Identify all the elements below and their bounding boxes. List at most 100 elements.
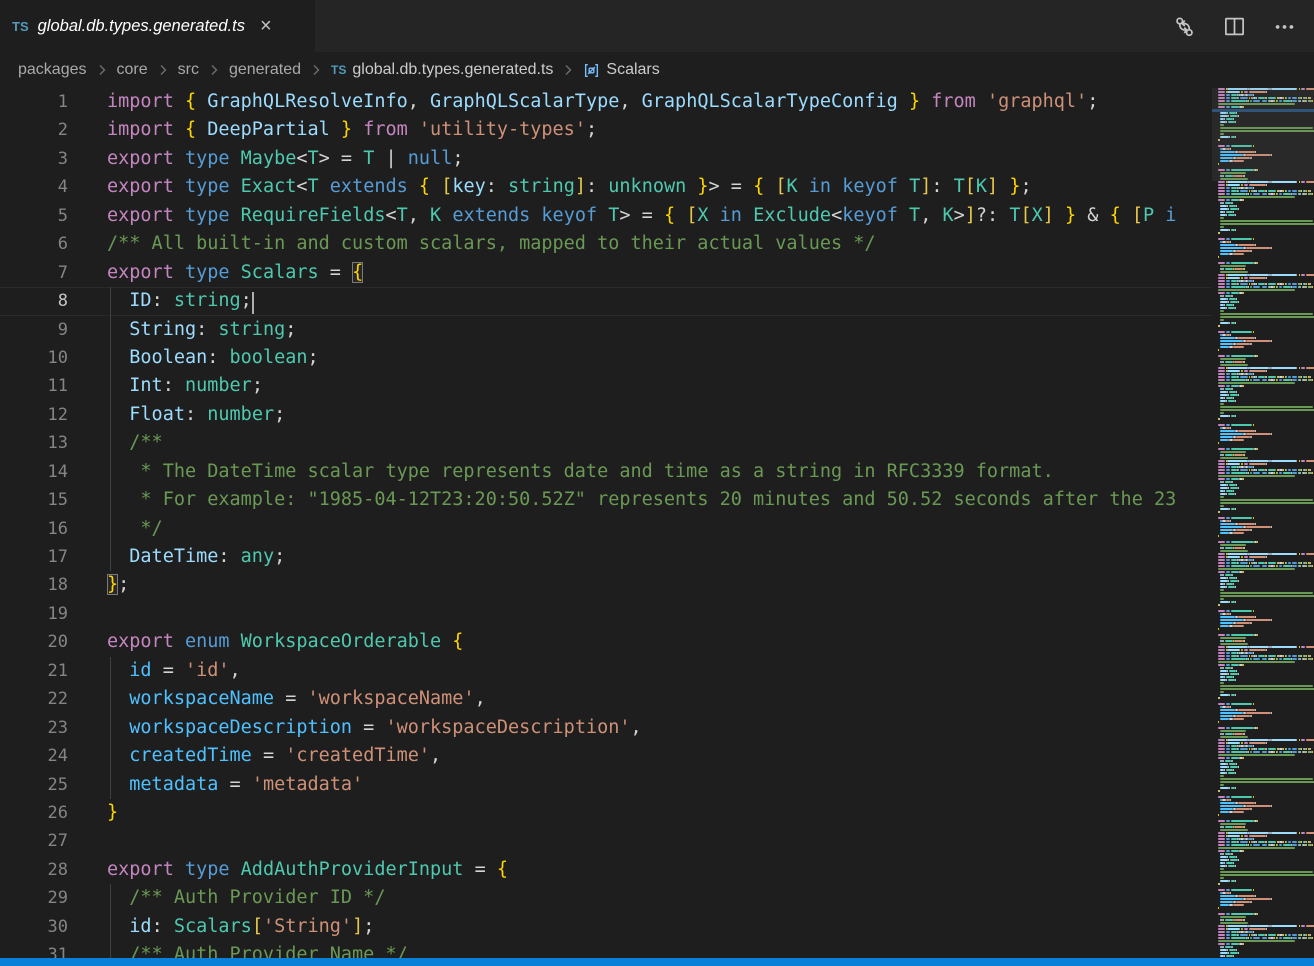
code-text[interactable]: */ xyxy=(107,515,1212,543)
line-number[interactable]: 20 xyxy=(0,628,68,656)
code-line-6[interactable]: 6/** All built-in and custom scalars, ma… xyxy=(0,230,1212,258)
code-text[interactable]: export type AddAuthProviderInput = { xyxy=(107,856,1212,884)
split-editor-icon[interactable] xyxy=(1222,14,1246,38)
code-text[interactable]: /** Auth Provider ID */ xyxy=(107,884,1212,912)
code-line-12[interactable]: 12 Float: number; xyxy=(0,401,1212,429)
line-number[interactable]: 2 xyxy=(0,116,68,144)
code-text[interactable]: id: Scalars['String']; xyxy=(107,913,1212,941)
code-text[interactable]: * For example: "1985-04-12T23:20:50.52Z"… xyxy=(107,486,1212,514)
code-line-7[interactable]: 7 export type Scalars = { xyxy=(0,259,1212,287)
code-text[interactable]: } xyxy=(107,799,1212,827)
code-text[interactable]: export type Scalars = { xyxy=(107,259,1212,287)
code-text[interactable]: Boolean: boolean; xyxy=(107,344,1212,372)
code-text[interactable]: workspaceName = 'workspaceName', xyxy=(107,685,1212,713)
line-number[interactable]: 27 xyxy=(0,827,68,855)
code-text[interactable]: /** Auth Provider Name */ xyxy=(107,941,1212,958)
breadcrumb-item-src[interactable]: src xyxy=(178,61,199,79)
line-number[interactable]: 13 xyxy=(0,429,68,457)
code-text[interactable]: Float: number; xyxy=(107,401,1212,429)
line-number[interactable]: 26 xyxy=(0,799,68,827)
line-number[interactable]: 19 xyxy=(0,600,68,628)
code-line-21[interactable]: 21 id = 'id', xyxy=(0,657,1212,685)
code-text[interactable]: export enum WorkspaceOrderable { xyxy=(107,628,1212,656)
code-line-2[interactable]: 2 import { DeepPartial } from 'utility-ty… xyxy=(0,116,1212,144)
tab-global-db-types-generated[interactable]: TS global.db.types.generated.ts × xyxy=(0,0,315,52)
code-line-28[interactable]: 28 export type AddAuthProviderInput = { xyxy=(0,856,1212,884)
code-line-1[interactable]: 1 import { GraphQLResolveInfo, GraphQLSca… xyxy=(0,88,1212,116)
line-number[interactable]: 1 xyxy=(0,88,68,116)
breadcrumb-item-global-db-types-generated-ts[interactable]: TSglobal.db.types.generated.ts xyxy=(331,61,553,79)
code-line-3[interactable]: 3 export type Maybe<T> = T | null; xyxy=(0,145,1212,173)
line-number[interactable]: 11 xyxy=(0,372,68,400)
code-line-24[interactable]: 24 createdTime = 'createdTime', xyxy=(0,742,1212,770)
line-number[interactable]: 21 xyxy=(0,657,68,685)
code-line-26[interactable]: 26} xyxy=(0,799,1212,827)
line-number[interactable]: 29 xyxy=(0,884,68,912)
line-number[interactable]: 5 xyxy=(0,202,68,230)
line-number[interactable]: 7 xyxy=(0,259,68,287)
line-number[interactable]: 24 xyxy=(0,742,68,770)
line-number[interactable]: 28 xyxy=(0,856,68,884)
code-text[interactable]: ID: string; xyxy=(107,287,1212,315)
code-line-18[interactable]: 18}; xyxy=(0,571,1212,599)
code-line-13[interactable]: 13 /** xyxy=(0,429,1212,457)
breadcrumb-item-generated[interactable]: generated xyxy=(229,61,301,79)
code-text[interactable]: workspaceDescription = 'workspaceDescrip… xyxy=(107,714,1212,742)
breadcrumb-item-core[interactable]: core xyxy=(117,61,148,79)
code-line-16[interactable]: 16 */ xyxy=(0,515,1212,543)
line-number[interactable]: 8 xyxy=(0,287,68,315)
code-line-27[interactable]: 27 xyxy=(0,827,1212,855)
line-number[interactable]: 23 xyxy=(0,714,68,742)
line-number[interactable]: 4 xyxy=(0,173,68,201)
code-text[interactable]: }; xyxy=(107,571,1212,599)
code-text[interactable]: id = 'id', xyxy=(107,657,1212,685)
minimap-slider[interactable] xyxy=(1212,88,1314,181)
code-line-19[interactable]: 19 xyxy=(0,600,1212,628)
code-text[interactable]: metadata = 'metadata' xyxy=(107,771,1212,799)
code-line-29[interactable]: 29 /** Auth Provider ID */ xyxy=(0,884,1212,912)
code-text[interactable]: Int: number; xyxy=(107,372,1212,400)
close-icon[interactable]: × xyxy=(260,16,272,36)
code-line-9[interactable]: 9 String: string; xyxy=(0,316,1212,344)
code-text[interactable]: * The DateTime scalar type represents da… xyxy=(107,458,1212,486)
code-line-14[interactable]: 14 * The DateTime scalar type represents… xyxy=(0,458,1212,486)
line-number[interactable]: 22 xyxy=(0,685,68,713)
code-editor[interactable]: 1 import { GraphQLResolveInfo, GraphQLSca… xyxy=(0,88,1212,958)
code-text[interactable]: String: string; xyxy=(107,316,1212,344)
code-text[interactable]: export type Maybe<T> = T | null; xyxy=(107,145,1212,173)
line-number[interactable]: 9 xyxy=(0,316,68,344)
more-actions-icon[interactable] xyxy=(1272,14,1296,38)
code-line-4[interactable]: 4 export type Exact<T extends { [key: str… xyxy=(0,173,1212,201)
breadcrumb-item-scalars[interactable]: Scalars xyxy=(583,61,659,79)
code-text[interactable]: createdTime = 'createdTime', xyxy=(107,742,1212,770)
line-number[interactable]: 12 xyxy=(0,401,68,429)
code-line-22[interactable]: 22 workspaceName = 'workspaceName', xyxy=(0,685,1212,713)
code-text[interactable]: import { GraphQLResolveInfo, GraphQLScal… xyxy=(107,88,1212,116)
line-number[interactable]: 10 xyxy=(0,344,68,372)
code-line-5[interactable]: 5 export type RequireFields<T, K extends … xyxy=(0,202,1212,230)
code-line-8[interactable]: 8 ID: string; xyxy=(0,287,1212,315)
line-number[interactable]: 3 xyxy=(0,145,68,173)
code-line-17[interactable]: 17 DateTime: any; xyxy=(0,543,1212,571)
code-line-10[interactable]: 10 Boolean: boolean; xyxy=(0,344,1212,372)
code-text[interactable] xyxy=(107,600,1212,628)
breadcrumb-item-packages[interactable]: packages xyxy=(18,61,87,79)
code-text[interactable]: export type Exact<T extends { [key: stri… xyxy=(107,173,1212,201)
open-changes-icon[interactable] xyxy=(1172,14,1196,38)
line-number[interactable]: 31 xyxy=(0,941,68,958)
code-line-31[interactable]: 31 /** Auth Provider Name */ xyxy=(0,941,1212,958)
line-number[interactable]: 16 xyxy=(0,515,68,543)
code-text[interactable]: import { DeepPartial } from 'utility-typ… xyxy=(107,116,1212,144)
code-text[interactable]: /** xyxy=(107,429,1212,457)
code-line-15[interactable]: 15 * For example: "1985-04-12T23:20:50.5… xyxy=(0,486,1212,514)
code-line-30[interactable]: 30 id: Scalars['String']; xyxy=(0,913,1212,941)
code-line-23[interactable]: 23 workspaceDescription = 'workspaceDesc… xyxy=(0,714,1212,742)
line-number[interactable]: 25 xyxy=(0,771,68,799)
code-line-11[interactable]: 11 Int: number; xyxy=(0,372,1212,400)
code-text[interactable] xyxy=(107,827,1212,855)
code-text[interactable]: export type RequireFields<T, K extends k… xyxy=(107,202,1212,230)
line-number[interactable]: 14 xyxy=(0,458,68,486)
code-line-25[interactable]: 25 metadata = 'metadata' xyxy=(0,771,1212,799)
code-line-20[interactable]: 20 export enum WorkspaceOrderable { xyxy=(0,628,1212,656)
line-number[interactable]: 30 xyxy=(0,913,68,941)
